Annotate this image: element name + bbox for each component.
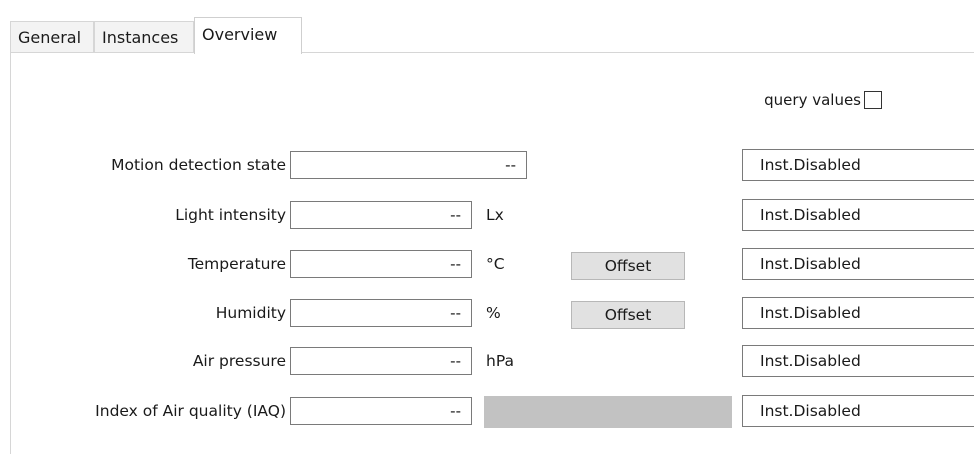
row-light-intensity: Light intensity -- Lx Inst.Disabled [0, 199, 974, 231]
query-values-checkbox[interactable] [864, 91, 882, 109]
motion-detection-label: Motion detection state [111, 156, 286, 174]
iaq-status: Inst.Disabled [742, 395, 974, 427]
row-temperature: Temperature -- °C Offset Inst.Disabled [0, 248, 974, 280]
iaq-field[interactable]: -- [290, 397, 472, 425]
light-intensity-status: Inst.Disabled [742, 199, 974, 231]
temperature-label: Temperature [187, 255, 286, 273]
air-pressure-field[interactable]: -- [290, 347, 472, 375]
humidity-unit: % [486, 304, 501, 322]
iaq-indicator-bar [484, 396, 732, 428]
tab-overview[interactable]: Overview [194, 17, 302, 54]
row-iaq: Index of Air quality (IAQ) -- Inst.Disab… [0, 395, 974, 428]
humidity-field[interactable]: -- [290, 299, 472, 327]
row-humidity: Humidity -- % Offset Inst.Disabled [0, 297, 974, 329]
light-intensity-unit: Lx [486, 206, 504, 224]
temperature-offset-button[interactable]: Offset [571, 252, 685, 280]
temperature-status: Inst.Disabled [742, 248, 974, 280]
query-values-control[interactable]: query values [764, 90, 882, 110]
humidity-label: Humidity [215, 304, 286, 322]
tab-bar: General Instances Overview [10, 17, 974, 54]
temperature-unit: °C [486, 255, 505, 273]
query-values-label: query values [764, 91, 861, 109]
tab-instances[interactable]: Instances [94, 21, 194, 53]
air-pressure-status: Inst.Disabled [742, 345, 974, 377]
temperature-field[interactable]: -- [290, 250, 472, 278]
row-motion-detection: Motion detection state -- Inst.Disabled [0, 149, 974, 181]
row-air-pressure: Air pressure -- hPa Inst.Disabled [0, 345, 974, 377]
tab-general[interactable]: General [10, 21, 94, 53]
air-pressure-unit: hPa [486, 352, 514, 370]
iaq-label: Index of Air quality (IAQ) [95, 402, 286, 420]
light-intensity-label: Light intensity [175, 206, 286, 224]
humidity-status: Inst.Disabled [742, 297, 974, 329]
motion-detection-status: Inst.Disabled [742, 149, 974, 181]
light-intensity-field[interactable]: -- [290, 201, 472, 229]
motion-detection-field[interactable]: -- [290, 151, 527, 179]
air-pressure-label: Air pressure [192, 352, 286, 370]
humidity-offset-button[interactable]: Offset [571, 301, 685, 329]
